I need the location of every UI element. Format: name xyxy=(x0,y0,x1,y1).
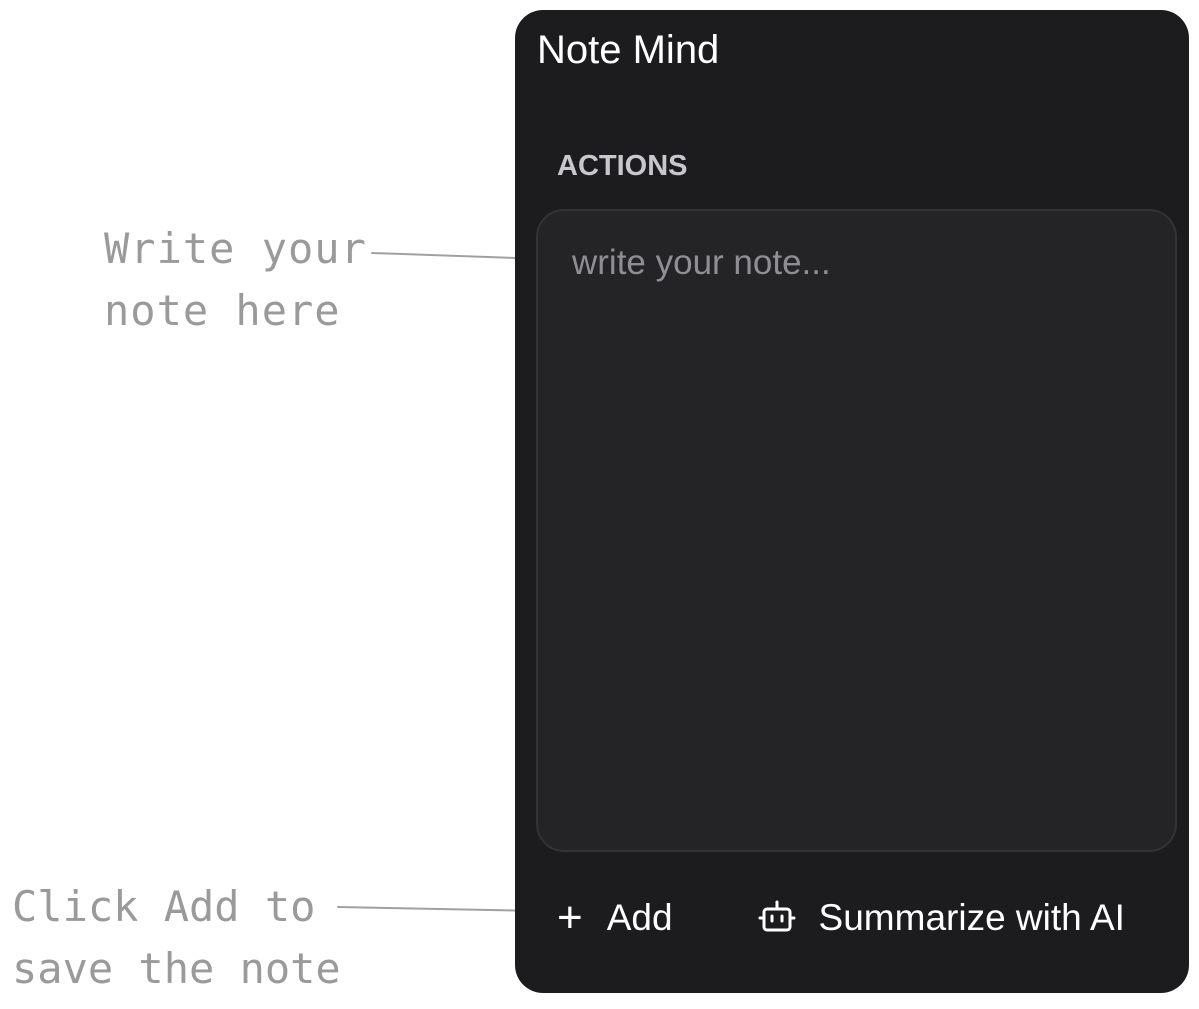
add-button-label: Add xyxy=(606,897,673,938)
summarize-button-label: Summarize with AI xyxy=(818,897,1125,938)
add-button[interactable]: + Add xyxy=(557,896,673,940)
actions-section-title: ACTIONS xyxy=(557,150,688,182)
action-buttons-row: + Add Summarize with AI xyxy=(557,888,1125,948)
arrow-to-add-button xyxy=(337,901,544,920)
robot-icon xyxy=(757,898,797,938)
annotation-note-hint: Write your note here xyxy=(104,224,367,335)
annotation-add-hint: Click Add to save the note xyxy=(12,882,341,993)
app-title: Note Mind xyxy=(537,28,720,72)
note-mind-panel: Note Mind ACTIONS + Add xyxy=(515,10,1189,993)
summarize-with-ai-button[interactable]: Summarize with AI xyxy=(757,897,1125,939)
plus-icon: + xyxy=(557,893,583,942)
note-input[interactable] xyxy=(536,209,1177,852)
screen: Write your note here Click Add to save t… xyxy=(0,0,1199,1009)
